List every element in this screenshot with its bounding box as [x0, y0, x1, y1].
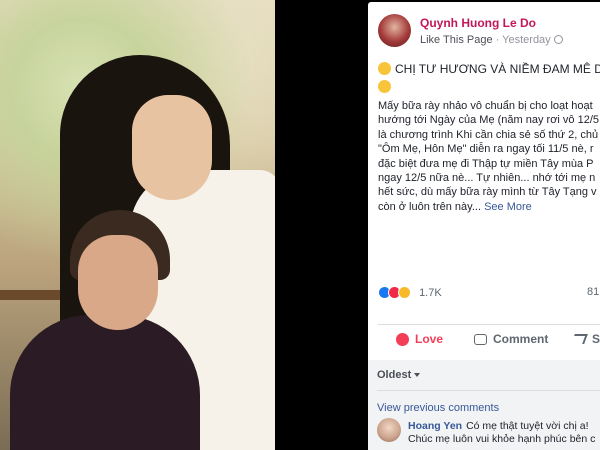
comment-count[interactable]: 81 C — [587, 286, 600, 298]
post-body-line: ngay 12/5 nữa nè... Tự nhiên... nhớ tới … — [378, 172, 596, 185]
haha-reaction-icon — [398, 286, 411, 299]
post-photo[interactable] — [0, 0, 275, 450]
post-meta: Like This Page · Yesterday — [420, 34, 563, 46]
photo-elder-woman-face — [78, 235, 158, 330]
photo-viewer — [0, 0, 360, 450]
post-panel: Quynh Huong Le Do Like This Page · Yeste… — [368, 2, 600, 450]
post-body-line: Mấy bữa rày nhảo vô chuẩn bị cho loạt ho… — [378, 100, 593, 112]
reactions-bar[interactable]: 1.7K 81 C 1 — [378, 286, 600, 302]
author-name[interactable]: Quynh Huong Le Do — [420, 16, 536, 30]
post-body-line: "Ôm Mẹ, Hôn Mẹ" diễn ra ngay tối 11/5 nè… — [378, 143, 594, 156]
comment-sort-label: Oldest — [377, 369, 412, 381]
like-page-link[interactable]: Like This Page — [420, 34, 493, 46]
smile-emoji-icon — [378, 80, 391, 93]
author-avatar[interactable] — [378, 14, 411, 47]
share-button[interactable]: S — [571, 332, 600, 346]
post-header: Quynh Huong Le Do Like This Page · Yeste… — [378, 14, 600, 54]
divider — [378, 324, 600, 325]
post-body-line: hướng tới Ngày của Mẹ (năm nay rơi vô 12… — [378, 114, 599, 127]
post-body: Mấy bữa rày nhảo vô chuẩn bị cho loạt ho… — [378, 99, 600, 214]
comment-item: Hoang Yen Có mẹ thật tuyệt vời chị a! Chú… — [408, 420, 600, 446]
post-title-row: CHỊ TƯ HƯƠNG VÀ NIỀM ĐAM MÊ DU — [378, 62, 600, 76]
photo-elder-woman-shirt — [10, 315, 200, 450]
comment-bubble-icon — [474, 333, 487, 345]
divider — [377, 390, 600, 391]
post-body-line: là chương trình Khi cần chia sẻ số thứ 2… — [378, 128, 599, 141]
meta-separator: · — [492, 34, 503, 46]
post-body-line: hết sức, dù mấy bữa rày mình từ Tây Tạng… — [378, 186, 597, 199]
post-title: CHỊ TƯ HƯƠNG VÀ NIỀM ĐAM MÊ DU — [395, 62, 600, 76]
comment-sort-dropdown[interactable]: Oldest — [377, 369, 421, 381]
view-previous-comments-link[interactable]: View previous comments — [377, 402, 499, 414]
photo-young-woman-face — [132, 95, 212, 200]
post-body-line: đặc biệt đưa mẹ đi Thập tự miền Tây mùa … — [378, 157, 594, 170]
commenter-name[interactable]: Hoang Yen — [408, 420, 462, 432]
comment-text: Có mẹ thật tuyệt vời chị a! — [466, 420, 589, 432]
comment-button[interactable]: Comment — [474, 332, 548, 346]
post-timestamp[interactable]: Yesterday — [502, 34, 551, 46]
love-label: Love — [415, 332, 444, 346]
see-more-link[interactable]: See More — [484, 201, 532, 213]
post-body-last-line: còn ở luôn trên này... See More — [378, 200, 600, 214]
share-label: S — [592, 332, 600, 346]
reaction-count[interactable]: 1.7K — [419, 287, 442, 299]
share-arrow-icon — [571, 334, 588, 344]
heart-icon — [396, 332, 409, 346]
comments-section: Oldest View previous comments Hoang Yen C… — [368, 360, 600, 450]
commenter-avatar[interactable] — [377, 418, 401, 442]
globe-icon — [553, 35, 563, 44]
caret-down-icon — [414, 373, 421, 377]
smile-emoji-icon — [378, 62, 391, 75]
comment-label: Comment — [493, 332, 549, 346]
love-button[interactable]: Love — [396, 332, 443, 346]
comment-text-line2: Chúc mẹ luôn vui khỏe hạnh phúc bên c — [408, 433, 596, 445]
post-actions: Love Comment S — [378, 332, 600, 354]
post-body-line: còn ở luôn trên này... — [378, 200, 482, 213]
